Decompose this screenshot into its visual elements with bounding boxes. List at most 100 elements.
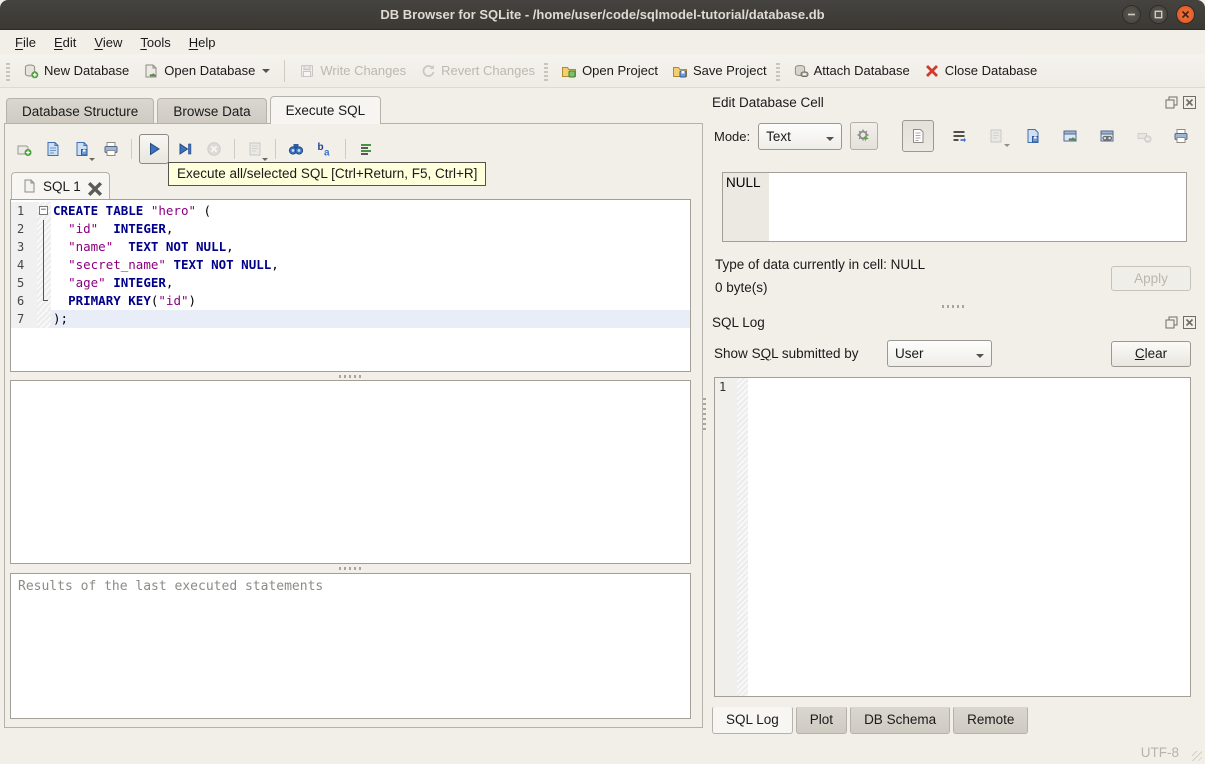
editor-line-5[interactable]: 5 "age" INTEGER,	[11, 274, 690, 292]
tab-sql1[interactable]: SQL 1	[11, 172, 110, 199]
import-data-button[interactable]	[984, 124, 1010, 148]
sql-log-filter-select[interactable]: User	[887, 340, 992, 367]
sql-log-view[interactable]: 1	[714, 377, 1191, 697]
fold-marker-icon[interactable]: −	[37, 202, 51, 220]
execute-all-button[interactable]	[139, 134, 169, 164]
clear-log-button[interactable]: Clear	[1111, 341, 1191, 367]
splitter-main-vertical[interactable]	[700, 88, 708, 740]
code-text[interactable]: "id" INTEGER,	[51, 220, 690, 238]
cell-size-info: 0 byte(s)	[715, 280, 768, 295]
minimize-button[interactable]	[1122, 5, 1141, 24]
word-wrap-button[interactable]	[947, 124, 971, 148]
open-project-button[interactable]: Open Project	[554, 59, 665, 83]
editor-line-2[interactable]: 2 "id" INTEGER,	[11, 220, 690, 238]
menu-help[interactable]: Help	[180, 32, 225, 53]
dropdown-caret-icon[interactable]	[262, 158, 268, 161]
resize-grip[interactable]	[1192, 751, 1202, 761]
toolbar-handle[interactable]	[6, 60, 10, 81]
export-data-button[interactable]	[1021, 124, 1045, 148]
line-number: 6	[11, 292, 37, 310]
code-text[interactable]: "age" INTEGER,	[51, 274, 690, 292]
print-sql[interactable]	[98, 136, 124, 162]
toolbar-separator	[131, 139, 132, 159]
editor-line-7[interactable]: 7);	[11, 310, 690, 328]
write-changes-icon	[299, 63, 315, 79]
new-database-button[interactable]: New Database	[16, 59, 136, 83]
attach-database-button[interactable]: Attach Database	[786, 59, 917, 83]
title-bar[interactable]: DB Browser for SQLite - /home/user/code/…	[0, 0, 1205, 30]
results-grid-pane[interactable]	[10, 380, 691, 564]
code-text[interactable]: );	[51, 310, 690, 328]
editor-line-3[interactable]: 3 "name" TEXT NOT NULL,	[11, 238, 690, 256]
dropdown-caret-icon[interactable]	[262, 68, 271, 73]
code-text[interactable]: CREATE TABLE "hero" (	[51, 202, 690, 220]
cell-value: NULL	[726, 175, 761, 190]
auto-completion-button[interactable]: ba	[312, 136, 338, 162]
dropdown-caret-icon[interactable]	[89, 158, 95, 161]
db-new-icon	[23, 63, 39, 79]
save-sql-file[interactable]	[69, 136, 95, 162]
bottom-tab-remote[interactable]: Remote	[953, 707, 1029, 734]
bottom-tab-sql-log[interactable]: SQL Log	[712, 707, 793, 734]
apply-button[interactable]: Apply	[1111, 266, 1191, 291]
open-database-button[interactable]: Open Database	[136, 59, 277, 83]
editor-line-4[interactable]: 4 "secret_name" TEXT NOT NULL,	[11, 256, 690, 274]
toolbar-handle[interactable]	[544, 60, 549, 81]
sql-editor[interactable]: 1− CREATE TABLE "hero" (2 "id" INTEGER, 3 …	[10, 199, 691, 372]
main-tab-bar: Database Structure Browse Data Execute SQL	[4, 96, 703, 124]
find-replace-button[interactable]	[283, 136, 309, 162]
auto-apply-button[interactable]	[850, 122, 879, 150]
close-database-button[interactable]: Close Database	[917, 59, 1045, 83]
splitter-results-messages[interactable]	[10, 565, 691, 572]
format-sql-button[interactable]	[353, 136, 379, 162]
db-attach-icon	[793, 63, 809, 79]
tab-execute-sql[interactable]: Execute SQL	[269, 96, 382, 124]
save-results-button[interactable]	[242, 136, 268, 162]
results-message-pane[interactable]: Results of the last executed statements	[10, 573, 691, 719]
menu-tools[interactable]: Tools	[131, 32, 179, 53]
close-button[interactable]	[1176, 5, 1195, 24]
editor-line-1[interactable]: 1− CREATE TABLE "hero" (	[11, 202, 690, 220]
open-sql-file[interactable]	[40, 136, 66, 162]
code-text[interactable]: PRIMARY KEY("id")	[51, 292, 690, 310]
sql-log-title: SQL Log	[712, 314, 765, 330]
float-dock-icon[interactable]	[1164, 315, 1179, 330]
revert-changes-button[interactable]: Revert Changes	[413, 59, 542, 83]
sql-toolbar: ba	[11, 132, 379, 166]
line-number: 2	[11, 220, 37, 238]
new-sql-tab[interactable]	[11, 136, 37, 162]
open-in-external-app-button[interactable]	[1058, 124, 1082, 148]
code-text[interactable]: "secret_name" TEXT NOT NULL,	[51, 256, 690, 274]
copy-link-button[interactable]	[1095, 124, 1119, 148]
execute-current-line-button[interactable]	[172, 136, 198, 162]
tab-browse-data[interactable]: Browse Data	[157, 98, 267, 123]
open-project-label: Open Project	[582, 63, 658, 78]
code-text[interactable]: "name" TEXT NOT NULL,	[51, 238, 690, 256]
revert-changes-label: Revert Changes	[441, 63, 536, 78]
editor-line-6[interactable]: 6 PRIMARY KEY("id")	[11, 292, 690, 310]
close-tab-icon[interactable]	[87, 181, 102, 196]
sql-file-icon	[21, 178, 37, 194]
bottom-tab-plot[interactable]: Plot	[795, 707, 848, 734]
print-cell-button[interactable]	[1169, 124, 1193, 148]
close-dock-icon[interactable]	[1182, 95, 1197, 110]
text-mode-toggle[interactable]	[902, 120, 934, 152]
bottom-tab-db-schema[interactable]: DB Schema	[850, 707, 951, 734]
mode-select[interactable]: Text	[758, 122, 843, 150]
toolbar-handle[interactable]	[775, 60, 780, 81]
tab-database-structure[interactable]: Database Structure	[6, 98, 155, 123]
set-null-button[interactable]	[1132, 124, 1156, 148]
write-changes-button[interactable]: Write Changes	[292, 59, 413, 83]
splitter-editor-results[interactable]	[10, 373, 691, 380]
cell-editor[interactable]: NULL	[722, 172, 1187, 242]
maximize-button[interactable]	[1149, 5, 1168, 24]
stop-execution-button[interactable]	[201, 136, 227, 162]
menu-file[interactable]: File	[6, 32, 45, 53]
splitter-docks[interactable]	[708, 300, 1199, 312]
right-dock-area: Edit Database Cell Mode: Text NULL Type …	[708, 88, 1199, 740]
float-dock-icon[interactable]	[1164, 95, 1179, 110]
menu-edit[interactable]: Edit	[45, 32, 85, 53]
close-dock-icon[interactable]	[1182, 315, 1197, 330]
menu-view[interactable]: View	[85, 32, 131, 53]
save-project-button[interactable]: Save Project	[665, 59, 774, 83]
